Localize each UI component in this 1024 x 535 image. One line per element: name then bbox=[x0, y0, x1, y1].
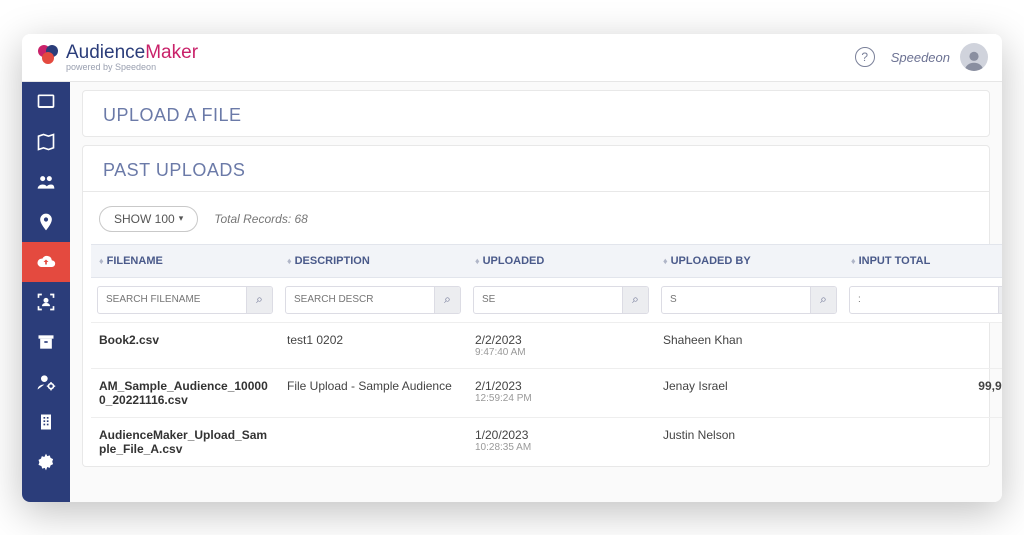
nav-scan[interactable] bbox=[22, 282, 70, 322]
cell-uploaded-by: Justin Nelson bbox=[655, 417, 843, 466]
brand-logo[interactable]: AudienceMaker powered by Speedeon bbox=[36, 42, 198, 72]
table-row: AudienceMaker_Upload_Sample_File_A.csv 1… bbox=[91, 417, 1002, 466]
sidebar-nav bbox=[22, 82, 70, 502]
search-icon[interactable]: ⌕ bbox=[434, 287, 460, 313]
sort-icon: ♦ bbox=[99, 256, 104, 266]
sort-icon: ♦ bbox=[851, 256, 856, 266]
nav-archive[interactable] bbox=[22, 322, 70, 362]
nav-dashboard[interactable] bbox=[22, 82, 70, 122]
cell-uploaded-by: Jenay Israel bbox=[655, 368, 843, 417]
nav-map[interactable] bbox=[22, 122, 70, 162]
search-uploaded-input[interactable] bbox=[474, 288, 622, 311]
cell-input-total: 99,999 bbox=[843, 368, 1002, 417]
nav-building[interactable] bbox=[22, 402, 70, 442]
cell-uploaded: 2/2/20239:47:40 AM bbox=[467, 322, 655, 368]
brand-name-b: Maker bbox=[145, 42, 198, 63]
col-description[interactable]: ♦DESCRIPTION bbox=[279, 244, 467, 277]
nav-audiences[interactable] bbox=[22, 162, 70, 202]
col-uploaded[interactable]: ♦UPLOADED bbox=[467, 244, 655, 277]
col-filename[interactable]: ♦FILENAME bbox=[91, 244, 279, 277]
main-content: UPLOAD A FILE PAST UPLOADS SHOW 100 Tota… bbox=[70, 82, 1002, 502]
cell-filename: AudienceMaker_Upload_Sample_File_A.csv bbox=[91, 417, 279, 466]
cell-input-total bbox=[843, 417, 1002, 466]
section-past-uploads[interactable]: PAST UPLOADS bbox=[82, 145, 990, 192]
cell-description bbox=[279, 417, 467, 466]
current-user-label: Speedeon bbox=[891, 50, 950, 65]
sort-icon: ♦ bbox=[475, 256, 480, 266]
search-description-input[interactable] bbox=[286, 288, 434, 311]
nav-user-settings[interactable] bbox=[22, 362, 70, 402]
uploads-panel: SHOW 100 Total Records: 68 ♦FILENAME ♦DE… bbox=[82, 192, 990, 467]
search-icon[interactable]: ⌕ bbox=[998, 287, 1002, 313]
nav-upload[interactable] bbox=[22, 242, 70, 282]
cell-filename: Book2.csv bbox=[91, 322, 279, 368]
filter-row: ⌕ ⌕ ⌕ ⌕ ⌕ ⌕ ⌕ bbox=[91, 277, 1002, 322]
uploads-table: ♦FILENAME ♦DESCRIPTION ♦UPLOADED ♦UPLOAD… bbox=[91, 244, 1002, 466]
search-icon[interactable]: ⌕ bbox=[246, 287, 272, 313]
search-uploadedby-input[interactable] bbox=[662, 288, 810, 311]
table-row: AM_Sample_Audience_100000_20221116.csv F… bbox=[91, 368, 1002, 417]
cell-uploaded: 1/20/202310:28:35 AM bbox=[467, 417, 655, 466]
logo-icon bbox=[36, 43, 60, 72]
cell-description: test1 0202 bbox=[279, 322, 467, 368]
sort-icon: ♦ bbox=[663, 256, 668, 266]
brand-name-a: Audience bbox=[66, 42, 145, 63]
cell-uploaded-by: Shaheen Khan bbox=[655, 322, 843, 368]
section-upload-file[interactable]: UPLOAD A FILE bbox=[82, 90, 990, 137]
brand-subtitle: powered by Speedeon bbox=[66, 62, 198, 72]
app-window: AudienceMaker powered by Speedeon ? Spee… bbox=[22, 34, 1002, 502]
sort-icon: ♦ bbox=[287, 256, 292, 266]
total-records-label: Total Records: 68 bbox=[214, 212, 308, 226]
search-input-total-input[interactable] bbox=[850, 288, 998, 311]
cell-input-total: 2 bbox=[843, 322, 1002, 368]
avatar[interactable] bbox=[960, 43, 988, 71]
col-input-total[interactable]: ♦INPUT TOTAL bbox=[843, 244, 1002, 277]
nav-settings[interactable] bbox=[22, 442, 70, 482]
search-icon[interactable]: ⌕ bbox=[622, 287, 648, 313]
help-icon[interactable]: ? bbox=[855, 47, 875, 67]
col-uploaded-by[interactable]: ♦UPLOADED BY bbox=[655, 244, 843, 277]
show-count-dropdown[interactable]: SHOW 100 bbox=[99, 206, 198, 232]
topbar: AudienceMaker powered by Speedeon ? Spee… bbox=[22, 34, 1002, 82]
cell-description: File Upload - Sample Audience bbox=[279, 368, 467, 417]
cell-filename: AM_Sample_Audience_100000_20221116.csv bbox=[91, 368, 279, 417]
table-row: Book2.csv test1 0202 2/2/20239:47:40 AM … bbox=[91, 322, 1002, 368]
nav-location[interactable] bbox=[22, 202, 70, 242]
cell-uploaded: 2/1/202312:59:24 PM bbox=[467, 368, 655, 417]
search-icon[interactable]: ⌕ bbox=[810, 287, 836, 313]
search-filename-input[interactable] bbox=[98, 288, 246, 311]
